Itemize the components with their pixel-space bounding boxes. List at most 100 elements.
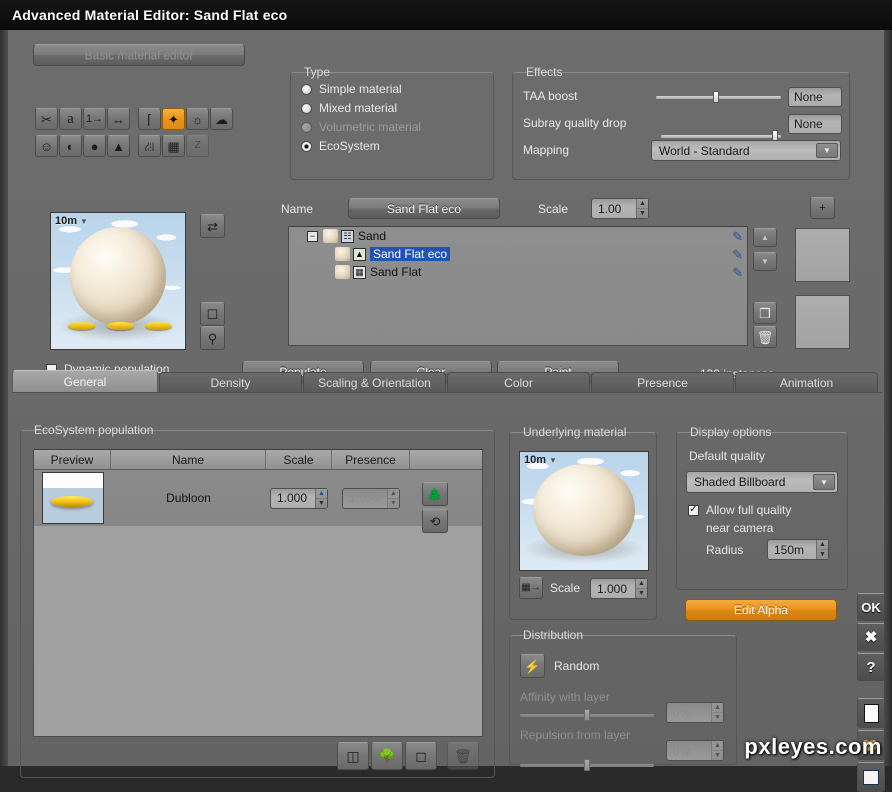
toolbar-row-1: ✂ a 1→ ↔ ⌈ ✦ ☼ ☁ bbox=[35, 108, 233, 130]
eco-star-icon[interactable]: ✦ bbox=[162, 108, 185, 130]
subray-quality-drop-value[interactable]: None bbox=[788, 114, 842, 134]
tab-bar: General Density Scaling & Orientation Co… bbox=[12, 370, 882, 393]
chevron-down-icon[interactable]: ▼ bbox=[816, 143, 838, 158]
chevron-down-icon[interactable]: ▼ bbox=[813, 474, 835, 490]
dubloon-thumbnail bbox=[34, 472, 111, 524]
sand-sphere bbox=[69, 226, 167, 325]
light-bulb-icon[interactable]: ☼ bbox=[186, 108, 209, 130]
underlying-scale-badge[interactable]: 10m ▼ bbox=[524, 454, 557, 466]
filmstrip-delete-icon[interactable]: ▦ bbox=[162, 135, 185, 157]
window-title: Advanced Material Editor: Sand Flat eco bbox=[12, 7, 288, 23]
sphere-half-icon[interactable]: ◐ bbox=[59, 135, 82, 157]
tree-row-sand-flat-eco[interactable]: ▲ Sand Flat eco bbox=[289, 245, 747, 263]
radio-dot bbox=[301, 140, 312, 152]
cube-icon[interactable]: ☐ bbox=[200, 302, 225, 326]
spinner[interactable]: ▲ ▼ bbox=[315, 488, 327, 508]
tab-color[interactable]: Color bbox=[447, 372, 590, 392]
add-material-icon[interactable]: + bbox=[810, 197, 835, 219]
close-x-icon[interactable]: ✖ bbox=[857, 623, 885, 651]
cloud-icon[interactable]: ☁ bbox=[210, 108, 233, 130]
radius-value: 150m bbox=[774, 542, 805, 557]
tab-scaling-orientation[interactable]: Scaling & Orientation bbox=[303, 372, 446, 392]
affinity-value: 0% bbox=[673, 705, 691, 720]
zoom-in-icon[interactable]: ⚲ bbox=[200, 326, 225, 350]
population-table[interactable]: Preview Name Scale Presence Dubloon 1.00… bbox=[33, 449, 483, 737]
head-icon[interactable]: ▲ bbox=[107, 135, 130, 157]
arrow-down-icon[interactable]: ▼ bbox=[753, 252, 777, 271]
shuffle-icon[interactable]: ⇄ bbox=[200, 214, 225, 238]
tree-row-sand-flat[interactable]: ▦ Sand Flat bbox=[289, 263, 747, 281]
tab-general[interactable]: General bbox=[12, 370, 158, 392]
pencil-icon[interactable]: ✎ bbox=[732, 247, 743, 263]
dubloon-instance bbox=[144, 321, 172, 330]
allow-full-quality-label-line2: near camera bbox=[706, 521, 774, 535]
radius-stepper[interactable]: 150m ▲ ▼ bbox=[767, 539, 829, 560]
affinity-value-stepper: 0% ▲ ▼ bbox=[666, 702, 724, 723]
column-name: Name bbox=[111, 450, 266, 469]
terrain-icon[interactable]: ⛜ bbox=[138, 135, 161, 157]
minus-icon[interactable]: − bbox=[307, 230, 318, 242]
scale-value: 1.00 bbox=[598, 201, 622, 216]
bump-icon[interactable]: 1→ bbox=[83, 108, 106, 130]
ok-button[interactable]: OK bbox=[857, 593, 885, 621]
pencil-icon[interactable]: ✎ bbox=[732, 265, 743, 281]
taa-boost-value[interactable]: None bbox=[788, 87, 842, 107]
arrow-up-icon[interactable]: ▲ bbox=[753, 228, 777, 247]
mapping-select[interactable]: World - Standard ▼ bbox=[651, 140, 841, 161]
radio-simple-material[interactable]: Simple material bbox=[301, 82, 493, 96]
new-document-icon[interactable] bbox=[857, 698, 885, 728]
mapping-label: Mapping bbox=[523, 143, 570, 157]
person-icon[interactable]: ☺ bbox=[35, 135, 58, 157]
underlying-material-preview[interactable]: 10m ▼ bbox=[519, 451, 649, 571]
edit-alpha-button[interactable]: Edit Alpha bbox=[685, 599, 837, 621]
scissors-icon[interactable]: ✂ bbox=[35, 108, 58, 130]
name-field[interactable]: Sand Flat eco bbox=[348, 198, 500, 219]
width-icon[interactable]: ↔ bbox=[107, 108, 130, 130]
underlying-scale-stepper[interactable]: 1.000 ▲ ▼ bbox=[590, 578, 648, 599]
spinner[interactable]: ▲ ▼ bbox=[635, 579, 647, 598]
add-plant-icon[interactable]: 🌲 bbox=[422, 482, 448, 506]
radio-mixed-material[interactable]: Mixed material bbox=[301, 101, 493, 115]
tree-row-label: Sand Flat eco bbox=[370, 247, 451, 261]
affinity-slider bbox=[520, 709, 654, 721]
column-preview: Preview bbox=[34, 450, 111, 469]
subray-quality-drop-label: Subray quality drop bbox=[523, 116, 627, 130]
swatch-panel-bottom[interactable] bbox=[795, 295, 850, 349]
slider-thumb[interactable] bbox=[713, 91, 719, 103]
eco-icon: ▲ bbox=[353, 247, 366, 261]
table-row[interactable]: Dubloon 1.000 ▲ ▼ 1.000 ▲ ▼ bbox=[34, 470, 482, 526]
material-thumbnail bbox=[323, 229, 338, 243]
radio-ecosystem[interactable]: EcoSystem bbox=[301, 139, 493, 153]
spinner[interactable]: ▲ ▼ bbox=[636, 199, 648, 218]
allow-full-quality-checkbox[interactable]: ✓ Allow full quality bbox=[688, 503, 791, 517]
tab-presence[interactable]: Presence bbox=[591, 372, 734, 392]
checkbox-box: ✓ bbox=[688, 504, 699, 516]
letter-a-icon[interactable]: a bbox=[59, 108, 82, 130]
ecosystem-population-title: EcoSystem population bbox=[34, 423, 154, 437]
copy-icon[interactable]: ❐ bbox=[753, 302, 777, 324]
help-button[interactable]: ? bbox=[857, 653, 885, 681]
tab-density[interactable]: Density bbox=[159, 372, 302, 392]
tree-row-sand[interactable]: − ☷ Sand bbox=[289, 227, 747, 245]
taa-boost-slider[interactable] bbox=[656, 91, 781, 103]
scale-stepper[interactable]: 1.00 ▲ ▼ bbox=[591, 198, 649, 219]
swatch-panel-top[interactable] bbox=[795, 228, 850, 282]
pencil-icon[interactable]: ✎ bbox=[732, 229, 743, 245]
row-name: Dubloon bbox=[166, 491, 211, 505]
default-quality-select[interactable]: Shaded Billboard ▼ bbox=[686, 471, 838, 493]
row-scale-stepper[interactable]: 1.000 ▲ ▼ bbox=[270, 487, 328, 509]
lightning-icon[interactable]: ⚡ bbox=[520, 654, 545, 678]
underlying-material-title: Underlying material bbox=[523, 425, 627, 439]
material-preview[interactable]: 10m ▼ bbox=[50, 212, 186, 350]
basic-material-editor-button[interactable]: Basic material editor bbox=[33, 44, 245, 66]
save-disk-icon[interactable] bbox=[857, 762, 885, 792]
function-curve-icon[interactable]: ⌈ bbox=[138, 108, 161, 130]
material-tree[interactable]: − ☷ Sand ▲ Sand Flat eco ▦ Sand Flat ✎ ✎… bbox=[288, 226, 748, 346]
trash-icon[interactable]: 🗑 bbox=[753, 326, 777, 348]
preview-scale-badge[interactable]: 10m ▼ bbox=[55, 215, 88, 227]
sphere-shadow-icon[interactable]: ● bbox=[83, 135, 106, 157]
refresh-icon[interactable]: ⟲ bbox=[422, 509, 448, 533]
spinner[interactable]: ▲ ▼ bbox=[816, 540, 828, 559]
checker-arrow-icon[interactable]: ▦→ bbox=[519, 577, 543, 599]
tab-animation[interactable]: Animation bbox=[735, 372, 878, 392]
